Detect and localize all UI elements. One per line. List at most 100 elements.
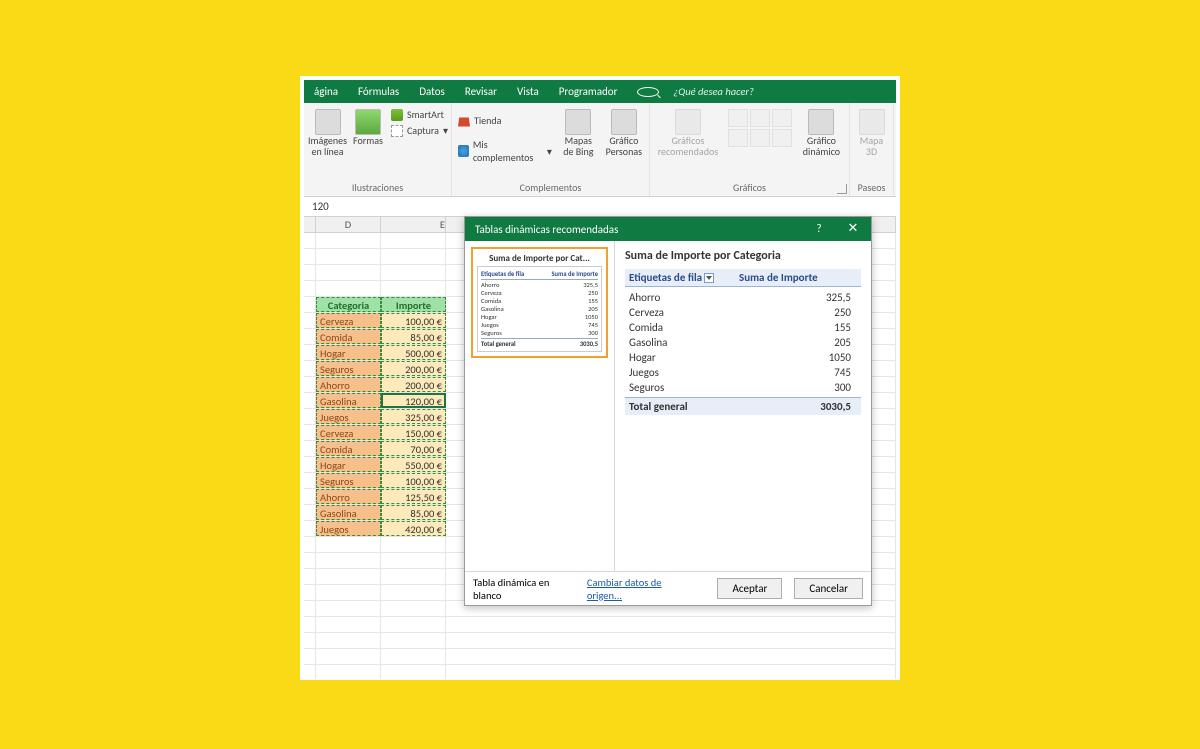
formula-value: 120 bbox=[304, 200, 329, 213]
pivot-row-label: Cerveza bbox=[629, 306, 739, 319]
grid-row[interactable] bbox=[304, 633, 896, 649]
cell-categoria[interactable]: Ahorro bbox=[316, 377, 381, 392]
dialog-launcher-icon[interactable] bbox=[837, 184, 847, 194]
cell-importe[interactable]: 85,00 € bbox=[381, 329, 446, 344]
grid-row[interactable] bbox=[304, 665, 896, 679]
pivot-header: Etiquetas de fila Suma de Importe bbox=[625, 269, 861, 287]
dialog-titlebar: Tablas dinámicas recomendadas ? ✕ bbox=[465, 217, 871, 241]
thumb-preview: Etiquetas de filaSuma de ImporteAhorro32… bbox=[477, 266, 602, 352]
cell-categoria[interactable]: Comida bbox=[316, 329, 381, 344]
cell-categoria[interactable]: Ahorro bbox=[316, 489, 381, 504]
ribbon-group-graficos: Gráficos recomendados Gráfico dinámico G… bbox=[650, 103, 850, 196]
cell-categoria[interactable]: Hogar bbox=[316, 457, 381, 472]
cell-categoria[interactable]: Gasolina bbox=[316, 505, 381, 520]
table-header-categoria[interactable]: Categoria bbox=[316, 297, 381, 312]
cell-importe[interactable]: 150,00 € bbox=[381, 425, 446, 440]
pivot-row-label: Comida bbox=[629, 321, 739, 334]
pivot-row: Ahorro325,5 bbox=[625, 290, 861, 305]
mapas-bing-button[interactable]: Mapas de Bing bbox=[560, 105, 597, 157]
menu-item[interactable]: ágina bbox=[304, 85, 348, 98]
pivot-row: Seguros300 bbox=[625, 380, 861, 395]
recommended-pivot-dialog: Tablas dinámicas recomendadas ? ✕ Suma d… bbox=[464, 216, 872, 606]
chart-mini-icon bbox=[772, 129, 792, 147]
grafico-dinamico-button[interactable]: Gráfico dinámico bbox=[798, 105, 845, 157]
tienda-button[interactable]: Tienda bbox=[456, 113, 554, 128]
cell-importe[interactable]: 325,00 € bbox=[381, 409, 446, 424]
chart-mini-icon bbox=[772, 109, 792, 127]
menu-item[interactable]: Vista bbox=[507, 85, 549, 98]
cell-importe[interactable]: 200,00 € bbox=[381, 361, 446, 376]
cell-importe[interactable]: 200,00 € bbox=[381, 377, 446, 392]
mis-complementos-button[interactable]: Mis complementos ▾ bbox=[456, 137, 554, 165]
recommended-charts-icon bbox=[675, 109, 701, 135]
pivot-row: Cerveza250 bbox=[625, 305, 861, 320]
imagenes-en-linea-button[interactable]: Imágenes en línea bbox=[308, 105, 347, 157]
cell-categoria[interactable]: Comida bbox=[316, 441, 381, 456]
cell-categoria[interactable]: Juegos bbox=[316, 409, 381, 424]
cancel-button[interactable]: Cancelar bbox=[794, 578, 863, 599]
cell-categoria[interactable]: Hogar bbox=[316, 345, 381, 360]
cell-categoria[interactable]: Seguros bbox=[316, 361, 381, 376]
ribbon-group-ilustraciones: Imágenes en línea Formas SmartArt Captur… bbox=[304, 103, 452, 196]
column-header[interactable]: E bbox=[381, 217, 446, 232]
pivot-row-value: 745 bbox=[739, 366, 857, 379]
pivot-row-value: 325,5 bbox=[739, 291, 857, 304]
pivot-row: Gasolina205 bbox=[625, 335, 861, 350]
group-label: Complementos bbox=[456, 181, 645, 196]
chart-mini-icon bbox=[728, 129, 748, 147]
table-header-importe[interactable]: Importe bbox=[381, 297, 446, 312]
cell-categoria[interactable]: Juegos bbox=[316, 521, 381, 536]
grafico-personas-button[interactable]: Gráfico Personas bbox=[603, 105, 645, 157]
grid-row[interactable] bbox=[304, 649, 896, 665]
help-button[interactable]: ? bbox=[803, 217, 835, 241]
cell-importe[interactable]: 85,00 € bbox=[381, 505, 446, 520]
chart-type-gallery[interactable] bbox=[728, 105, 792, 147]
images-icon bbox=[315, 109, 341, 135]
recommendation-list[interactable]: Suma de Importe por Cat... Etiquetas de … bbox=[465, 241, 615, 571]
change-source-link[interactable]: Cambiar datos de origen... bbox=[587, 576, 694, 602]
menu-item[interactable]: Fórmulas bbox=[348, 85, 409, 98]
pivot-row: Juegos745 bbox=[625, 365, 861, 380]
formas-button[interactable]: Formas bbox=[353, 105, 383, 147]
cell-importe[interactable]: 120,00 € bbox=[381, 393, 446, 408]
ok-button[interactable]: Aceptar bbox=[717, 578, 782, 599]
menu-item[interactable]: Datos bbox=[409, 85, 455, 98]
cell-importe[interactable]: 420,00 € bbox=[381, 521, 446, 536]
graficos-recomendados-button[interactable]: Gráficos recomendados bbox=[654, 105, 722, 157]
filter-dropdown-icon[interactable] bbox=[704, 273, 714, 283]
cell-categoria[interactable]: Seguros bbox=[316, 473, 381, 488]
cell-categoria[interactable]: Cerveza bbox=[316, 425, 381, 440]
ribbon-group-complementos: Tienda Mis complementos ▾ Mapas de Bing … bbox=[452, 103, 650, 196]
formula-bar[interactable]: 120 bbox=[304, 197, 896, 217]
pivot-row: Hogar1050 bbox=[625, 350, 861, 365]
cell-importe[interactable]: 550,00 € bbox=[381, 457, 446, 472]
cell-categoria[interactable]: Cerveza bbox=[316, 313, 381, 328]
column-header[interactable]: D bbox=[316, 217, 381, 232]
smartart-button[interactable]: SmartArt bbox=[389, 107, 450, 122]
group-label: Gráficos bbox=[654, 181, 845, 196]
recommendation-thumb[interactable]: Suma de Importe por Cat... Etiquetas de … bbox=[471, 247, 608, 358]
menubar: ágina Fórmulas Datos Revisar Vista Progr… bbox=[304, 80, 896, 103]
chart-mini-icon bbox=[750, 109, 770, 127]
map-3d-icon bbox=[859, 109, 885, 135]
cell-importe[interactable]: 100,00 € bbox=[381, 313, 446, 328]
values-header: Suma de Importe bbox=[735, 269, 861, 286]
blank-pivot-button[interactable]: Tabla dinámica en blanco bbox=[473, 576, 575, 602]
cell-importe[interactable]: 100,00 € bbox=[381, 473, 446, 488]
pivot-preview: Suma de Importe por Categoria Etiquetas … bbox=[615, 241, 871, 571]
captura-button[interactable]: Captura ▾ bbox=[389, 123, 450, 138]
cell-importe[interactable]: 70,00 € bbox=[381, 441, 446, 456]
menu-item[interactable]: Revisar bbox=[455, 85, 507, 98]
cell-importe[interactable]: 500,00 € bbox=[381, 345, 446, 360]
pivot-row-label: Gasolina bbox=[629, 336, 739, 349]
group-label: Ilustraciones bbox=[308, 181, 447, 196]
shapes-icon bbox=[355, 109, 381, 135]
dialog-title: Tablas dinámicas recomendadas bbox=[475, 223, 618, 236]
cell-categoria[interactable]: Gasolina bbox=[316, 393, 381, 408]
mapa-3d-button[interactable]: Mapa 3D bbox=[854, 105, 889, 157]
menu-item[interactable]: Programador bbox=[549, 85, 628, 98]
grid-row[interactable] bbox=[304, 617, 896, 633]
tell-me-search[interactable]: ¿Qué desea hacer? bbox=[627, 85, 774, 98]
close-button[interactable]: ✕ bbox=[837, 217, 869, 241]
cell-importe[interactable]: 125,50 € bbox=[381, 489, 446, 504]
